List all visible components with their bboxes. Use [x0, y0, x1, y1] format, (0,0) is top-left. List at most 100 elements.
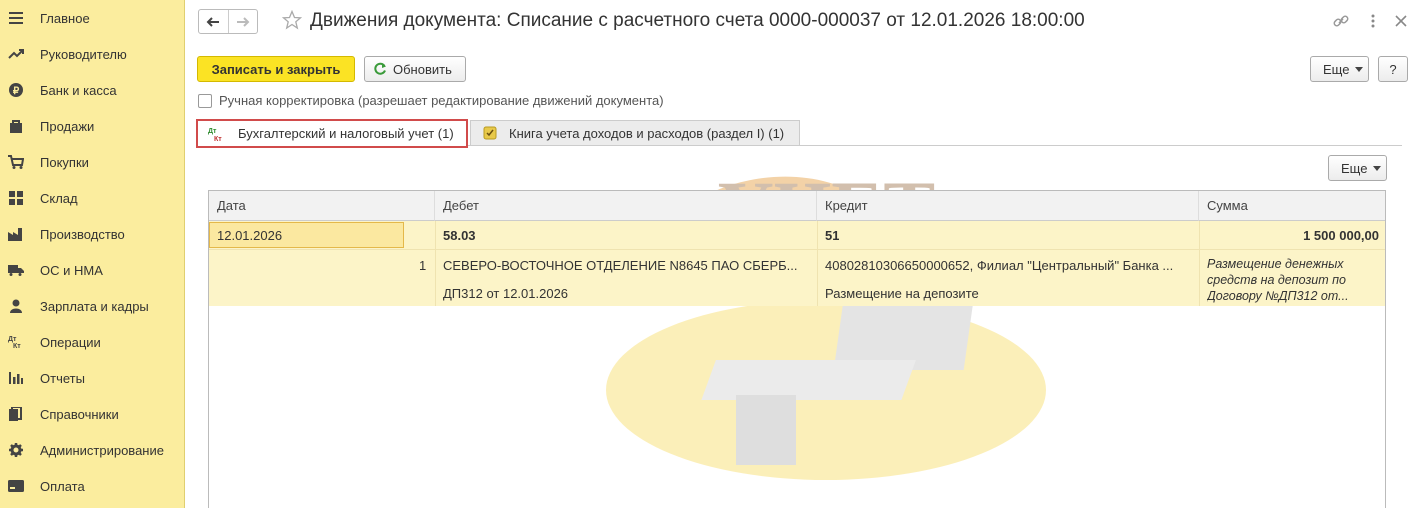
sidebar-item-label: Склад	[40, 190, 78, 206]
sidebar-item-payment[interactable]: Оплата	[0, 468, 185, 504]
sidebar-item-admin[interactable]: Администрирование	[0, 432, 185, 468]
row-divider	[209, 249, 1385, 250]
chevron-down-icon	[1373, 165, 1382, 171]
history-nav	[198, 9, 258, 34]
card-icon	[8, 478, 24, 494]
chevron-down-icon	[1355, 66, 1364, 72]
cell-date: 12.01.2026	[217, 228, 283, 243]
more-vertical-icon[interactable]	[1364, 12, 1382, 30]
forward-button[interactable]	[227, 10, 257, 33]
cell-debit-account: 58.03	[443, 228, 476, 243]
sidebar-item-label: Отчеты	[40, 370, 85, 386]
refresh-button[interactable]: Обновить	[364, 56, 466, 82]
sidebar-item-production[interactable]: Производство	[0, 216, 185, 252]
link-icon[interactable]	[1332, 12, 1350, 30]
cell-content-line: Договору №ДП312 от...	[1207, 289, 1349, 303]
arrow-left-icon	[207, 16, 220, 27]
menu-icon	[8, 10, 24, 26]
sidebar-item-label: Банк и касса	[40, 82, 117, 98]
sidebar-item-bank[interactable]: ₽ Банк и касса	[0, 72, 185, 108]
cell-debit-subconto2: ДП312 от 12.01.2026	[443, 286, 569, 301]
sidebar-item-label: Руководителю	[40, 46, 127, 62]
sidebar-item-reports[interactable]: Отчеты	[0, 360, 185, 396]
column-separator	[817, 221, 818, 306]
movements-table: Дата Дебет Кредит Сумма 12.01.2026 1 58.…	[208, 190, 1386, 508]
sidebar-item-salary[interactable]: Зарплата и кадры	[0, 288, 185, 324]
cell-amount: 1 500 000,00	[1303, 228, 1379, 243]
sidebar-item-sales[interactable]: Продажи	[0, 108, 185, 144]
column-header-date[interactable]: Дата	[209, 191, 435, 221]
cell-credit-account: 51	[825, 228, 840, 243]
tab-accounting-tax[interactable]: Дт Кт Бухгалтерский и налоговый учет (1)	[196, 119, 468, 148]
sidebar-item-label: Главное	[40, 10, 90, 26]
sidebar-item-label: Продажи	[40, 118, 95, 134]
dt-kt-icon: ДтКт	[208, 128, 222, 142]
dt-kt-icon: ДтКт	[8, 334, 24, 350]
cell-credit-subconto2: Размещение на депозите	[825, 286, 979, 301]
close-icon[interactable]	[1392, 12, 1410, 30]
sidebar-item-warehouse[interactable]: Склад	[0, 180, 185, 216]
sidebar-item-label: Справочники	[40, 406, 119, 422]
sidebar-item-purchases[interactable]: Покупки	[0, 144, 185, 180]
coin-icon: ₽	[8, 82, 24, 98]
sidebar-item-label: Производство	[40, 226, 125, 242]
cell-debit-subconto1: СЕВЕРО-ВОСТОЧНОЕ ОТДЕЛЕНИЕ N8645 ПАО СБЕ…	[443, 258, 798, 273]
svg-text:Дт: Дт	[8, 336, 17, 343]
svg-text:Кт: Кт	[214, 136, 222, 142]
sidebar-item-fixed-assets[interactable]: ОС и НМА	[0, 252, 185, 288]
manual-edit-checkbox[interactable]	[198, 94, 212, 108]
column-header-amount[interactable]: Сумма	[1199, 191, 1385, 221]
book-icon	[483, 126, 497, 140]
tab-income-expense-book[interactable]: Книга учета доходов и расходов (раздел I…	[470, 120, 800, 145]
sidebar-item-catalogs[interactable]: Справочники	[0, 396, 185, 432]
svg-text:₽: ₽	[13, 86, 20, 97]
gear-icon	[8, 442, 24, 458]
cell-content-line: Размещение денежных	[1207, 257, 1344, 271]
cell-content-line: средств на депозит по	[1207, 273, 1346, 287]
main-content: УЧЕТ БЕЗ ЗАБОТ Движения документа: Списа…	[186, 0, 1424, 508]
more-button[interactable]: Еще	[1310, 56, 1369, 82]
svg-text:Дт: Дт	[208, 128, 217, 135]
favorite-star-icon[interactable]	[282, 10, 302, 30]
person-icon	[8, 298, 24, 314]
refresh-icon	[374, 62, 386, 75]
sidebar-item-label: Операции	[40, 334, 101, 350]
cell-row-number: 1	[419, 258, 427, 273]
column-header-credit[interactable]: Кредит	[817, 191, 1199, 221]
column-separator	[435, 221, 436, 306]
bar-chart-icon	[8, 370, 24, 386]
page-title: Движения документа: Списание с расчетног…	[310, 10, 1085, 31]
sidebar: Главное Руководителю ₽ Банк и касса Прод…	[0, 0, 185, 508]
refresh-label: Обновить	[393, 61, 452, 77]
tab-label: Книга учета доходов и расходов (раздел I…	[509, 125, 785, 141]
help-button[interactable]: ?	[1378, 56, 1408, 82]
cell-credit-subconto1: 40802810306650000652, Филиал "Центральны…	[825, 258, 1174, 273]
sidebar-item-label: Оплата	[40, 478, 85, 494]
trend-icon	[8, 46, 24, 62]
sidebar-item-label: ОС и НМА	[40, 262, 103, 278]
tab-label: Бухгалтерский и налоговый учет (1)	[238, 126, 454, 141]
table-more-button[interactable]: Еще	[1328, 155, 1387, 181]
save-and-close-label: Записать и закрыть	[211, 61, 341, 77]
books-icon	[8, 406, 24, 422]
sidebar-item-manager[interactable]: Руководителю	[0, 36, 185, 72]
sidebar-item-main[interactable]: Главное	[0, 0, 185, 36]
bag-icon	[8, 118, 24, 134]
table-more-label: Еще	[1341, 160, 1368, 176]
cart-icon	[8, 154, 24, 170]
truck-icon	[8, 262, 24, 278]
back-button[interactable]	[199, 10, 228, 33]
sidebar-item-label: Администрирование	[40, 442, 164, 458]
sidebar-item-label: Покупки	[40, 154, 89, 170]
save-and-close-button[interactable]: Записать и закрыть	[197, 56, 355, 82]
help-label: ?	[1389, 61, 1397, 77]
manual-edit-label: Ручная корректировка (разрешает редактир…	[219, 93, 664, 108]
arrow-right-icon	[236, 16, 250, 27]
column-header-debit[interactable]: Дебет	[435, 191, 817, 221]
warehouse-icon	[8, 190, 24, 206]
sidebar-item-operations[interactable]: Дт Кт Операции	[0, 324, 185, 360]
svg-text:Кт: Кт	[13, 343, 21, 349]
more-label: Еще	[1323, 61, 1350, 77]
sidebar-item-label: Зарплата и кадры	[40, 298, 149, 314]
factory-icon	[8, 226, 24, 242]
